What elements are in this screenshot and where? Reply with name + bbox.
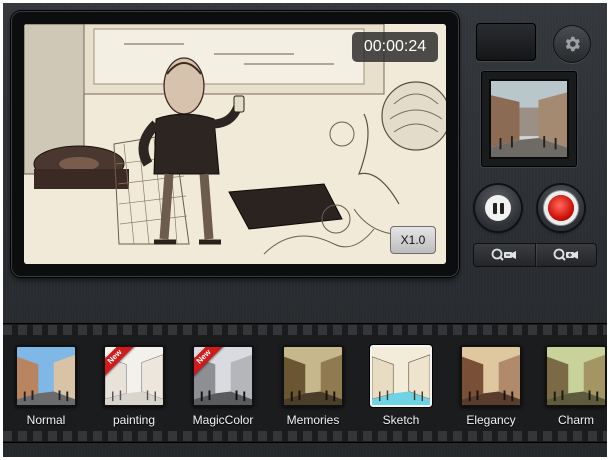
pause-icon — [485, 195, 511, 221]
camera-switch-button[interactable] — [476, 23, 536, 61]
filter-strip[interactable]: Normal New painting New MagicColor Memor… — [3, 323, 607, 443]
filter-normal[interactable]: Normal — [13, 345, 79, 427]
film-sprockets — [3, 325, 607, 335]
filter-elegancy[interactable]: Elegancy — [458, 345, 524, 427]
settings-button[interactable] — [553, 25, 591, 63]
filter-label: Normal — [26, 413, 66, 427]
zoom-out-icon — [491, 248, 516, 261]
recording-timer: 00:00:24 — [352, 32, 438, 62]
filter-label: Elegancy — [466, 413, 516, 427]
camera-app: 00:00:24 X1.0 Normal New painting New Ma… — [3, 3, 607, 457]
filter-magiccolor[interactable]: New MagicColor — [190, 345, 256, 427]
record-button[interactable] — [538, 185, 584, 231]
filter-label: painting — [112, 413, 156, 427]
filter-thumbnail: New — [192, 345, 254, 407]
film-sprockets — [3, 431, 607, 441]
filter-painting[interactable]: New painting — [101, 345, 167, 427]
zoom-in-icon — [553, 248, 579, 261]
camera-preview[interactable]: 00:00:24 X1.0 — [24, 24, 446, 264]
zoom-control — [473, 243, 597, 267]
zoom-in-button[interactable] — [534, 243, 598, 267]
gear-icon — [565, 36, 580, 52]
filter-thumbnail — [370, 345, 432, 407]
filter-thumbnail — [460, 345, 522, 407]
record-icon — [548, 195, 574, 221]
filter-sketch[interactable]: Sketch — [368, 345, 434, 427]
filter-thumbnail — [282, 345, 344, 407]
filter-label: Charm — [557, 413, 594, 427]
zoom-level-button[interactable]: X1.0 — [390, 226, 436, 254]
zoom-out-button[interactable] — [473, 243, 535, 267]
filter-label: Memories — [286, 413, 340, 427]
pause-button[interactable] — [475, 185, 521, 231]
filter-label: MagicColor — [192, 413, 254, 427]
filter-thumbnail — [15, 345, 77, 407]
filter-thumbnail — [545, 345, 607, 407]
filter-label: Sketch — [382, 413, 420, 427]
filter-charm[interactable]: Charm — [543, 345, 607, 427]
gallery-thumbnail-image — [489, 79, 569, 159]
filter-memories[interactable]: Memories — [280, 345, 346, 427]
viewfinder: 00:00:24 X1.0 — [11, 11, 459, 277]
last-recording-thumbnail[interactable] — [481, 71, 577, 167]
filter-thumbnail: New — [103, 345, 165, 407]
